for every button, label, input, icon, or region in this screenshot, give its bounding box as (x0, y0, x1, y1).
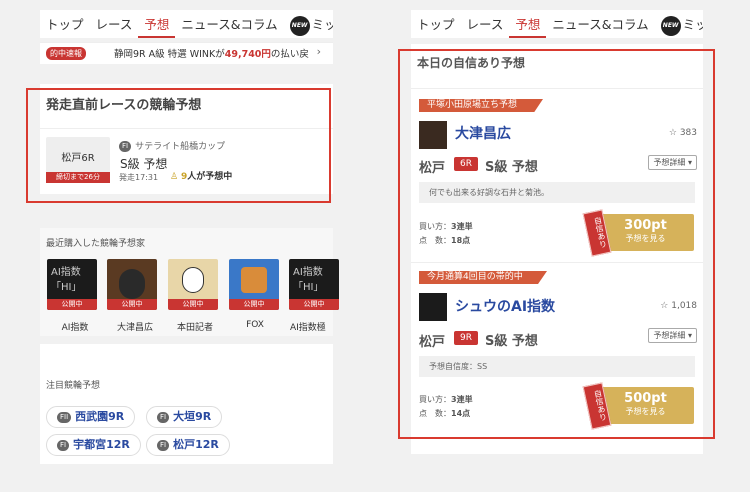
featured-race[interactable]: FI 宇都宮12R (46, 434, 141, 456)
nav-race[interactable]: レース (90, 10, 139, 38)
expert-honda[interactable]: 公開中 (168, 259, 218, 310)
nav-race[interactable]: レース (461, 10, 510, 38)
avatar (119, 269, 145, 299)
expert-ai[interactable]: AI指数 「HI」 公開中 (47, 259, 97, 310)
nav-prediction[interactable]: 予想 (509, 10, 547, 38)
chevron-right-icon[interactable]: › (317, 45, 321, 58)
nav-midnight[interactable]: NEWミッドナイ (284, 10, 333, 38)
nav-news[interactable]: ニュース&コラム (546, 10, 654, 38)
featured-race[interactable]: FI 松戸12R (146, 434, 230, 456)
top-nav: トップ レース 予想 ニュース&コラム NEWミッドナイ (40, 10, 333, 38)
featured-race[interactable]: FI 大垣9R (146, 406, 223, 428)
nav-prediction[interactable]: 予想 (138, 10, 176, 38)
featured-section: 注目競輪予想 FII 西武園9R FI 大垣9R FI 宇都宮12R FI 松戸12R (40, 344, 333, 464)
fox-icon (241, 267, 267, 293)
highlight-frame (398, 49, 715, 439)
expert-ai-kiwami[interactable]: AI指数 「HI」 公開中 (289, 259, 339, 310)
new-badge: NEW (289, 15, 310, 36)
hit-ticker[interactable]: 的中速報 静岡9R A級 特選 WINKが49,740円の払い戻 › (40, 42, 333, 64)
nav-news[interactable]: ニュース&コラム (175, 10, 283, 38)
nav-midnight[interactable]: NEWミッドナイ (655, 10, 703, 38)
expert-otsu[interactable]: 公開中 (107, 259, 157, 310)
hit-badge: 的中速報 (46, 47, 86, 60)
avatar (182, 267, 204, 293)
left-panel: トップ レース 予想 ニュース&コラム NEWミッドナイ 的中速報 静岡9R A… (26, 0, 339, 492)
top-nav-right: トップ レース 予想 ニュース&コラム NEWミッドナイ (411, 10, 703, 38)
right-panel: トップ レース 予想 ニュース&コラム NEWミッドナイ 本日の自信あり予想 平… (398, 0, 715, 492)
expert-fox[interactable]: 公開中 (229, 259, 279, 310)
nav-top[interactable]: トップ (40, 10, 90, 38)
featured-race[interactable]: FII 西武園9R (46, 406, 136, 428)
recent-experts: 最近購入した競輪予想家 AI指数 「HI」 公開中 公開中 公開中 公開中 AI指数… (40, 228, 339, 336)
highlight-frame (26, 88, 331, 203)
new-badge: NEW (660, 15, 681, 36)
nav-top[interactable]: トップ (411, 10, 461, 38)
